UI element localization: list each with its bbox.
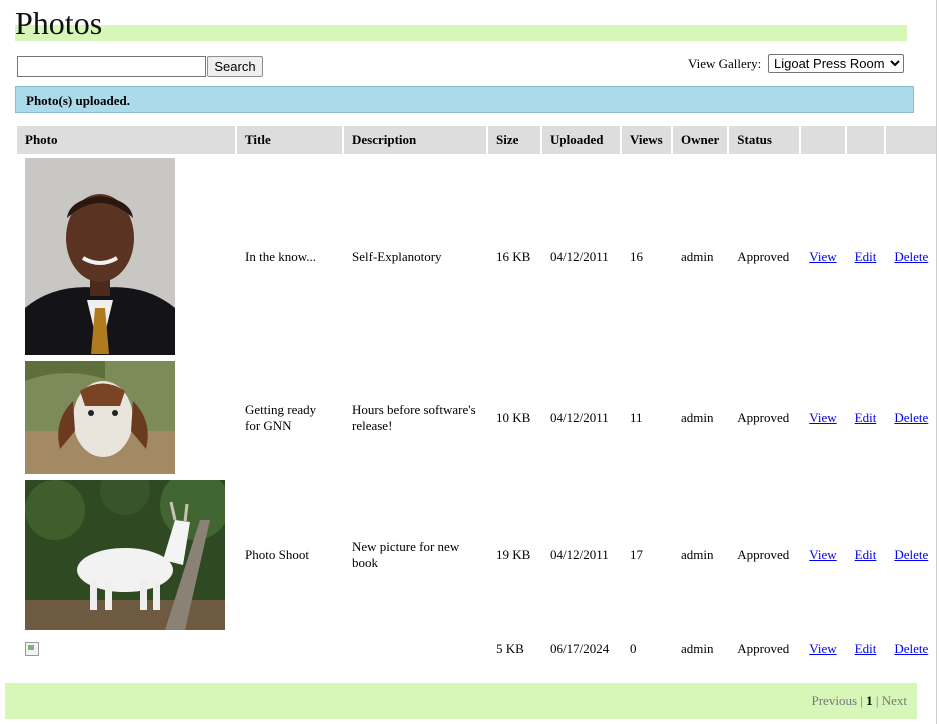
edit-link[interactable]: Edit: [855, 410, 877, 425]
description-cell: Hours before software's release!: [352, 401, 476, 433]
views-cell: 16: [630, 248, 643, 264]
photo-cell: [17, 478, 235, 632]
header-description: Description: [344, 126, 486, 154]
owner-cell: admin: [681, 547, 714, 562]
edit-link[interactable]: Edit: [855, 641, 877, 656]
status-cell: Approved: [737, 409, 790, 425]
table-row: In the know... Self-Explanotory 16 KB 04…: [17, 156, 936, 357]
delete-action-cell: Delete: [886, 634, 936, 664]
page-title: Photos: [15, 5, 103, 41]
edit-action-cell: Edit: [847, 156, 885, 357]
gallery-select[interactable]: Ligoat Press Room: [768, 54, 904, 73]
status-cell: Approved: [737, 248, 790, 264]
status-cell: Approved: [737, 641, 790, 656]
header-owner: Owner: [673, 126, 728, 154]
white-goat-photo-thumbnail[interactable]: [25, 480, 225, 630]
edit-link[interactable]: Edit: [855, 249, 877, 264]
edit-action-cell: Edit: [847, 634, 885, 664]
upload-notice: Photo(s) uploaded.: [15, 86, 914, 113]
edit-action-cell: Edit: [847, 478, 885, 632]
delete-link[interactable]: Delete: [894, 249, 928, 264]
owner-cell: admin: [681, 641, 714, 656]
delete-link[interactable]: Delete: [894, 410, 928, 425]
size-cell: 16 KB: [496, 248, 531, 264]
views-cell: 0: [630, 641, 637, 656]
view-action-cell: View: [801, 359, 844, 476]
delete-action-cell: Delete: [886, 478, 936, 632]
view-action-cell: View: [801, 478, 844, 632]
title-cell: In the know...: [245, 248, 317, 264]
status-cell: Approved: [737, 547, 790, 562]
views-cell: 17: [630, 547, 643, 562]
header-status: Status: [729, 126, 800, 154]
owner-cell: admin: [681, 409, 714, 425]
uploaded-cell: 06/17/2024: [550, 641, 610, 656]
table-header-row: Photo Title Description Size Uploaded Vi…: [17, 126, 937, 154]
size-cell: 10 KB: [496, 409, 531, 425]
view-link[interactable]: View: [809, 547, 836, 562]
broken-image-icon[interactable]: [25, 642, 39, 656]
search-button[interactable]: Search: [207, 56, 263, 77]
size-cell: 19 KB: [496, 547, 531, 562]
photo-cell: [17, 156, 235, 357]
table-row: Photo Shoot New picture for new book 19 …: [17, 478, 936, 632]
uploaded-cell: 04/12/2011: [550, 409, 609, 425]
title-cell: Photo Shoot: [245, 547, 309, 562]
size-cell: 5 KB: [496, 641, 524, 656]
upload-notice-text: Photo(s) uploaded.: [26, 93, 131, 108]
table-row: 5 KB 06/17/2024 0 admin Approved View Ed…: [17, 634, 936, 664]
title-bar: [15, 25, 907, 41]
view-link[interactable]: View: [809, 249, 836, 264]
description-cell: Self-Explanotory: [352, 248, 442, 264]
header-size: Size: [488, 126, 540, 154]
portrait-photo-thumbnail[interactable]: [25, 158, 175, 355]
owner-cell: admin: [681, 248, 714, 264]
view-link[interactable]: View: [809, 641, 836, 656]
pagination-separator: |: [875, 693, 879, 708]
view-gallery-label: View Gallery:: [688, 56, 762, 71]
header-view-action: [801, 126, 845, 154]
header-delete-action: [886, 126, 937, 154]
title-cell: Getting ready for GNN: [245, 401, 317, 433]
photo-cell: [17, 634, 235, 664]
view-link[interactable]: View: [809, 410, 836, 425]
edit-link[interactable]: Edit: [855, 547, 877, 562]
brown-goat-photo-thumbnail[interactable]: [25, 361, 175, 474]
photos-table: Photo Title Description Size Uploaded Vi…: [15, 124, 938, 666]
pagination: Previous | 1 | Next: [812, 693, 908, 709]
pagination-bar: Previous | 1 | Next: [5, 683, 917, 719]
header-uploaded: Uploaded: [542, 126, 620, 154]
view-action-cell: View: [801, 634, 844, 664]
views-cell: 11: [630, 409, 643, 425]
header-title: Title: [237, 126, 342, 154]
search-input[interactable]: [17, 56, 206, 77]
previous-page-link[interactable]: Previous: [812, 693, 858, 708]
header-photo: Photo: [17, 126, 235, 154]
uploaded-cell: 04/12/2011: [550, 248, 609, 264]
edit-action-cell: Edit: [847, 359, 885, 476]
current-page-number: 1: [866, 693, 873, 708]
delete-link[interactable]: Delete: [894, 547, 928, 562]
next-page-link[interactable]: Next: [882, 693, 907, 708]
pagination-separator: |: [860, 693, 863, 708]
title-cell: [237, 634, 342, 664]
header-views: Views: [622, 126, 671, 154]
delete-action-cell: Delete: [886, 156, 936, 357]
delete-link[interactable]: Delete: [894, 641, 928, 656]
description-cell: New picture for new book: [352, 539, 460, 570]
photo-cell: [17, 359, 235, 476]
table-row: Getting ready for GNN Hours before softw…: [17, 359, 936, 476]
header-edit-action: [846, 126, 885, 154]
description-cell: [344, 634, 486, 664]
delete-action-cell: Delete: [886, 359, 936, 476]
view-action-cell: View: [801, 156, 844, 357]
uploaded-cell: 04/12/2011: [550, 547, 609, 562]
